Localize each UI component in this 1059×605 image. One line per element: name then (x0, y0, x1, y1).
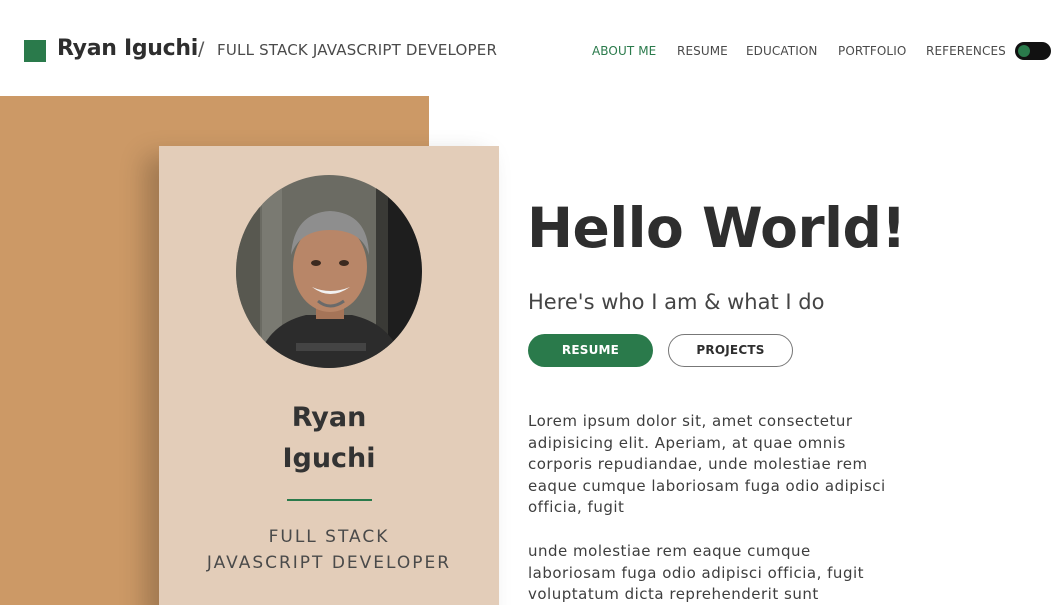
card-role-line-2: JAVASCRIPT DEVELOPER (206, 553, 452, 573)
card-divider (287, 499, 372, 501)
projects-button[interactable]: PROJECTS (668, 334, 793, 367)
profile-card: Ryan Iguchi FULL STACK JAVASCRIPT DEVELO… (159, 146, 499, 605)
nav-portfolio[interactable]: PORTFOLIO (838, 44, 906, 58)
site-name[interactable]: Ryan Iguchi (57, 36, 198, 61)
nav-resume[interactable]: RESUME (677, 44, 728, 58)
nav-references[interactable]: REFERENCES (926, 44, 1006, 58)
intro-paragraph-1: Lorem ipsum dolor sit, amet consectetur … (528, 412, 886, 517)
nav-education[interactable]: EDUCATION (746, 44, 817, 58)
theme-toggle[interactable] (1015, 42, 1051, 60)
resume-button[interactable]: RESUME (528, 334, 653, 367)
page-title: Hello World! (527, 196, 906, 260)
avatar (236, 175, 422, 368)
profile-photo-icon (236, 175, 422, 368)
toggle-knob-icon (1018, 45, 1030, 57)
logo-icon[interactable] (24, 40, 46, 62)
title-separator: / (198, 38, 205, 60)
nav-about-me[interactable]: ABOUT ME (592, 44, 656, 58)
hero-tagline: Here's who I am & what I do (528, 290, 825, 314)
site-subtitle: FULL STACK JAVASCRIPT DEVELOPER (217, 41, 498, 59)
intro-paragraph-2: unde molestiae rem eaque cumque laborios… (528, 542, 865, 604)
site-header: Ryan Iguchi / FULL STACK JAVASCRIPT DEVE… (0, 0, 1059, 96)
card-first-name: Ryan (291, 402, 367, 433)
card-last-name: Iguchi (282, 443, 376, 474)
card-role-line-1: FULL STACK (268, 527, 390, 547)
